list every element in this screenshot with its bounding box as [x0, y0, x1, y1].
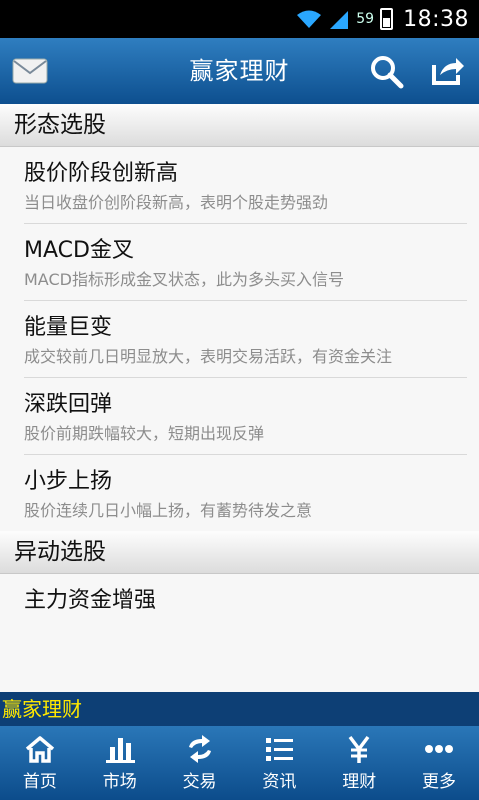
signal-icon	[330, 11, 349, 29]
item-title: 小步上扬	[24, 469, 113, 494]
app-bar: 赢家理财	[0, 38, 479, 105]
list-item[interactable]: 深跌回弹 股价前期跌幅较大，短期出现反弹	[24, 378, 467, 455]
status-bar: 59 18:38	[0, 0, 479, 38]
tab-label: 市场	[102, 772, 137, 792]
item-title: 能量巨变	[24, 315, 113, 340]
tab-label: 交易	[182, 772, 217, 792]
tab-label: 更多	[422, 772, 457, 792]
battery-percent: 59	[356, 11, 375, 27]
bar-chart-icon	[105, 738, 135, 763]
tab-more[interactable]: 更多	[399, 726, 479, 800]
list-item[interactable]: 股价阶段创新高 当日收盘价创阶段新高，表明个股走势强劲	[24, 147, 467, 224]
tab-market[interactable]: 市场	[80, 726, 160, 800]
search-icon	[371, 56, 404, 89]
list-item[interactable]: 小步上扬 股价连续几日小幅上扬，有蓄势待发之意	[24, 455, 467, 531]
item-desc: 股价前期跌幅较大，短期出现反弹	[24, 424, 265, 443]
item-desc: MACD指标形成金叉状态，此为多头买入信号	[24, 270, 344, 289]
list-icon	[266, 738, 294, 761]
share-icon	[432, 58, 464, 85]
section-header-pattern: 形态选股	[0, 104, 479, 147]
content-list: 形态选股 股价阶段创新高 当日收盘价创阶段新高，表明个股走势强劲 MACD金叉 …	[0, 104, 479, 692]
tab-news[interactable]: 资讯	[239, 726, 319, 800]
battery-icon	[380, 8, 394, 30]
item-desc: 股价连续几日小幅上扬，有蓄势待发之意	[24, 501, 313, 520]
tab-home[interactable]: 首页	[0, 726, 80, 800]
home-icon	[25, 736, 55, 763]
item-title: MACD金叉	[24, 238, 134, 263]
tab-label: 理财	[342, 772, 377, 792]
yen-icon	[348, 735, 370, 763]
item-title: 主力资金增强	[24, 588, 157, 613]
list-item[interactable]: 主力资金增强	[24, 574, 467, 626]
share-button[interactable]	[428, 51, 468, 91]
brand-banner: 赢家理财	[0, 692, 479, 726]
status-indicators: 59 18:38	[296, 0, 469, 38]
clock: 18:38	[403, 6, 469, 32]
section-header-abnormal: 异动选股	[0, 531, 479, 574]
item-desc: 成交较前几日明显放大，表明交易活跃，有资金关注	[24, 347, 393, 366]
list-item[interactable]: MACD金叉 MACD指标形成金叉状态，此为多头买入信号	[24, 224, 467, 301]
tab-label: 资讯	[262, 772, 297, 792]
app-title: 赢家理财	[189, 57, 290, 85]
bottom-tab-bar: 首页 市场 交易 资讯 理财 更多	[0, 726, 479, 800]
tab-trade[interactable]: 交易	[160, 726, 240, 800]
tab-label: 首页	[22, 772, 57, 792]
search-button[interactable]	[366, 51, 406, 91]
item-desc: 当日收盘价创阶段新高，表明个股走势强劲	[24, 193, 329, 212]
list-item[interactable]: 能量巨变 成交较前几日明显放大，表明交易活跃，有资金关注	[24, 301, 467, 378]
exchange-icon	[188, 735, 211, 763]
item-title: 深跌回弹	[24, 392, 113, 417]
wifi-icon	[297, 10, 322, 28]
more-icon	[425, 745, 454, 753]
item-title: 股价阶段创新高	[24, 161, 179, 186]
tab-finance[interactable]: 理财	[319, 726, 399, 800]
